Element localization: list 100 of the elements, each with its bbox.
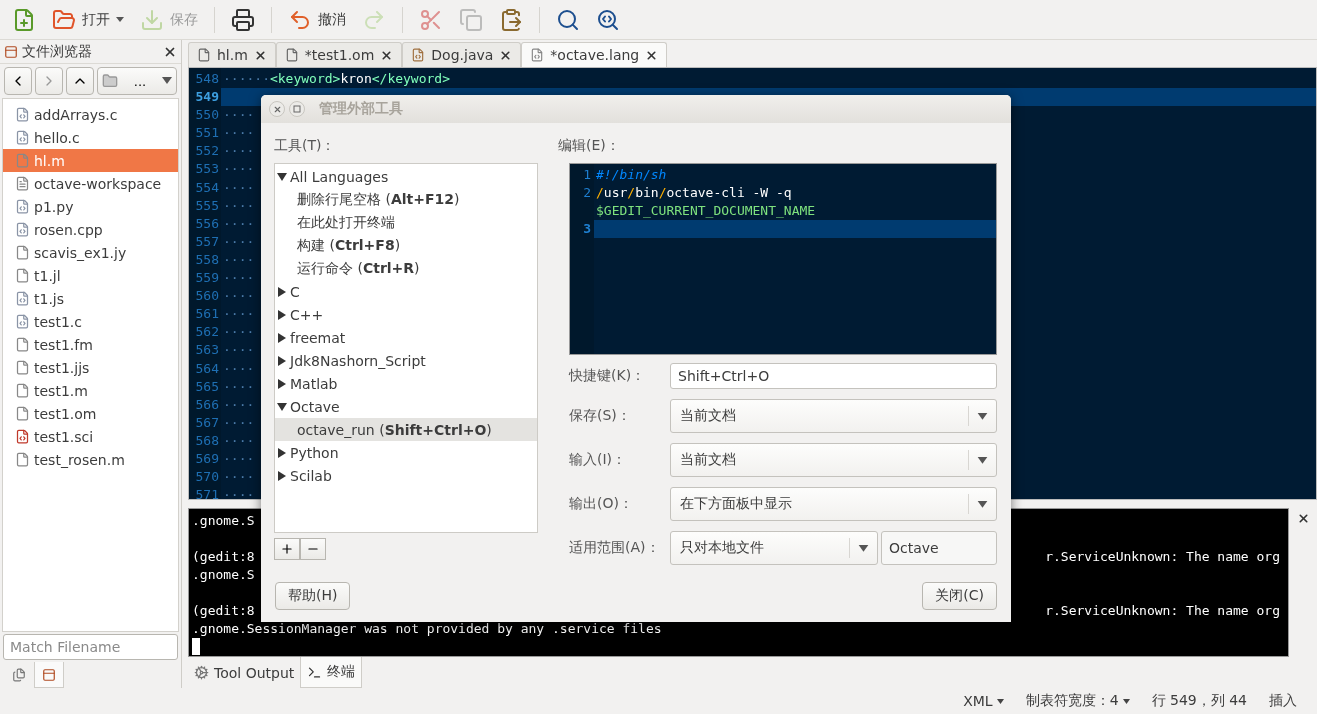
file-item[interactable]: t1.js <box>3 287 178 310</box>
folder-icon <box>52 7 76 32</box>
tree-item[interactable]: freemat <box>275 326 537 349</box>
document-tab[interactable]: hl.m <box>188 42 276 67</box>
dropdown[interactable]: 当前文档 <box>670 399 997 433</box>
line-number: 551 <box>194 124 220 143</box>
open-button[interactable]: 打开 <box>46 3 130 36</box>
gears-icon <box>194 665 209 680</box>
tree-item[interactable]: All Languages <box>275 165 537 188</box>
collapsed-triangle-icon[interactable] <box>277 286 287 297</box>
line-number: 550 <box>194 106 220 125</box>
status-text: 行 549，列 44 <box>1151 692 1247 710</box>
collapsed-triangle-icon[interactable] <box>277 309 287 320</box>
back-button[interactable] <box>4 67 32 95</box>
close-button[interactable]: 关闭(C) <box>922 582 997 610</box>
code-line: #!/bin/sh <box>596 167 667 182</box>
file-item[interactable]: test1.sci <box>3 425 178 448</box>
scissors-icon <box>419 7 443 32</box>
code-line: ···· <box>223 288 255 304</box>
tree-item[interactable]: Python <box>275 441 537 464</box>
file-item[interactable]: hello.c <box>3 126 178 149</box>
tree-item[interactable]: Matlab <box>275 372 537 395</box>
file-icon <box>284 48 299 62</box>
dropdown[interactable]: 在下方面板中显示 <box>670 487 997 521</box>
collapsed-triangle-icon[interactable] <box>277 332 287 343</box>
filter-field[interactable]: Match Filename <box>3 634 178 660</box>
dropdown[interactable]: 只对本地文件 <box>670 531 878 565</box>
tree-item[interactable]: 运行命令 (Ctrl+R) <box>275 257 537 280</box>
dropdown[interactable]: 当前文档 <box>670 443 997 477</box>
up-button[interactable] <box>66 67 94 95</box>
add-button[interactable] <box>274 538 300 560</box>
status-menu[interactable]: 制表符宽度：4 <box>1025 692 1130 710</box>
collapsed-triangle-icon[interactable] <box>277 447 287 458</box>
panel-tab[interactable] <box>34 662 64 688</box>
tree-item[interactable]: C <box>275 280 537 303</box>
collapsed-triangle-icon[interactable] <box>277 378 287 389</box>
file-item[interactable]: test1.om <box>3 402 178 425</box>
panel-tab[interactable]: Tool Output <box>188 657 301 688</box>
file-icon <box>15 337 30 352</box>
location-dropdown[interactable]: ... <box>97 67 177 95</box>
expanded-triangle-icon[interactable] <box>277 401 287 412</box>
tree-item[interactable]: 在此处打开终端 <box>275 211 537 234</box>
close-icon[interactable] <box>499 48 513 62</box>
file-item[interactable]: p1.py <box>3 195 178 218</box>
field-label: 快捷键(K)： <box>569 367 647 385</box>
dialog-title: 管理外部工具 <box>319 100 403 118</box>
tree-item[interactable]: Scilab <box>275 464 537 487</box>
collapsed-triangle-icon[interactable] <box>277 355 287 366</box>
file-item[interactable]: octave-workspace <box>3 172 178 195</box>
panel-tab[interactable]: 终端 <box>300 657 363 688</box>
documents-icon <box>12 668 26 682</box>
tree-item[interactable]: 构建 (Ctrl+F8) <box>275 234 537 257</box>
file-item[interactable]: test1.m <box>3 379 178 402</box>
terminal-text: .gnome.S <box>192 566 255 584</box>
undo-button[interactable]: 撤消 <box>282 3 352 36</box>
file-item[interactable]: rosen.cpp <box>3 218 178 241</box>
new-file-icon <box>12 7 36 32</box>
document-tab[interactable]: *octave.lang <box>521 42 668 67</box>
status-menu[interactable]: XML <box>963 693 1004 709</box>
document-tab[interactable]: *test1.om <box>275 42 403 67</box>
terminal-text: r.ServiceUnknown: The name org <box>1045 548 1280 566</box>
document-tab[interactable]: Dog.java <box>402 42 522 67</box>
remove-button[interactable] <box>300 538 326 560</box>
shortcut-field[interactable]: Shift+Ctrl+O <box>670 363 997 389</box>
tree-item[interactable]: 删除行尾空格 (Alt+F12) <box>275 188 537 211</box>
line-number: 560 <box>194 287 220 306</box>
file-item[interactable]: t1.jl <box>3 264 178 287</box>
line-number: 563 <box>194 341 220 360</box>
close-icon[interactable] <box>253 48 267 62</box>
close-button[interactable] <box>269 101 285 117</box>
maximize-icon <box>293 105 301 113</box>
field-label: 保存(S)： <box>569 407 632 425</box>
line-number: 554 <box>194 178 220 197</box>
code-line: ···· <box>223 107 255 123</box>
file-item[interactable]: test1.c <box>3 310 178 333</box>
file-item[interactable]: scavis_ex1.jy <box>3 241 178 264</box>
terminal-icon <box>307 664 323 680</box>
script-editor[interactable]: 1 2 3 #!/bin/sh /usr/bin/octave-cli -W -q $GEDIT_CURRENT_DOCUMENT_NAME <box>569 163 997 355</box>
collapsed-triangle-icon[interactable] <box>277 470 287 481</box>
expanded-triangle-icon[interactable] <box>277 171 287 182</box>
tree-item[interactable]: octave_run (Shift+Ctrl+O) <box>275 418 537 441</box>
terminal-text: (gedit:8 <box>192 602 255 620</box>
code-line: ···· <box>223 233 255 249</box>
tree-item[interactable]: C++ <box>275 303 537 326</box>
file-item[interactable]: test1.fm <box>3 333 178 356</box>
file-item[interactable]: test1.jjs <box>3 356 178 379</box>
line-number: 552 <box>194 142 220 161</box>
download-icon <box>140 7 164 32</box>
file-item[interactable]: addArrays.c <box>3 103 178 126</box>
line-number: 557 <box>194 232 220 251</box>
language-field[interactable]: Octave <box>881 531 997 565</box>
printer-icon <box>231 7 255 32</box>
help-button[interactable]: 帮助(H) <box>275 582 351 610</box>
caret-icon <box>1122 698 1130 704</box>
tree-item[interactable]: Jdk8Nashorn_Script <box>275 349 537 372</box>
panel-icon <box>4 44 18 59</box>
line-number: 553 <box>194 160 220 179</box>
tree-item[interactable]: Octave <box>275 395 537 418</box>
code-line: ···· <box>223 251 255 267</box>
file-item[interactable]: test_rosen.m <box>3 448 178 471</box>
